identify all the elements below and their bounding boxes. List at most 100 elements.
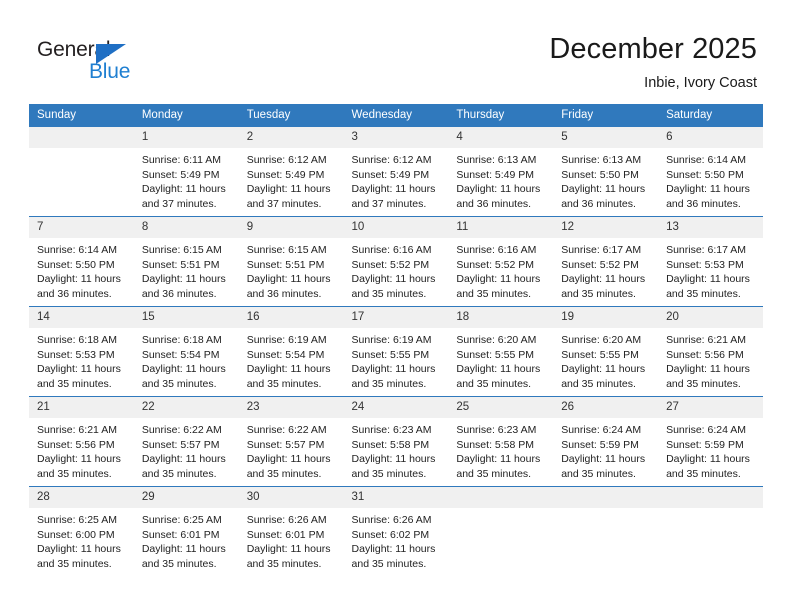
calendar-empty-cell — [658, 487, 763, 576]
calendar-day-cell[interactable]: 29 Sunrise: 6:25 AM Sunset: 6:01 PM Dayligh… — [133, 487, 239, 576]
calendar-day-cell[interactable]: 7 Sunrise: 6:14 AM Sunset: 5:50 PM Daylight… — [29, 217, 134, 306]
day-info-line: Sunset: 5:52 PM — [351, 258, 430, 271]
calendar-day-cell[interactable]: 31 Sunrise: 6:26 AM Sunset: 6:02 PM Dayligh… — [343, 487, 449, 576]
day-number: 3 — [343, 127, 449, 148]
day-info-line: Daylight: 11 hours — [141, 543, 226, 556]
day-sun-info: Sunrise: 6:11 AM Sunset: 5:49 PM Daylight:… — [134, 148, 239, 211]
day-info-line: Daylight: 11 hours — [37, 273, 121, 286]
calendar-day-cell[interactable]: 28 Sunrise: 6:25 AM Sunset: 6:00 PM Dayligh… — [29, 487, 134, 576]
day-info-line: and 35 minutes. — [141, 377, 217, 390]
day-sun-info: Sunrise: 6:20 AM Sunset: 5:55 PM Daylight:… — [553, 328, 658, 391]
calendar-day-cell[interactable]: 25 Sunrise: 6:23 AM Sunset: 5:58 PM Dayligh… — [448, 397, 554, 486]
calendar-day-cell[interactable]: 3 Sunrise: 6:12 AM Sunset: 5:49 PM Daylight… — [343, 127, 449, 216]
calendar-day-cell[interactable]: 20 Sunrise: 6:21 AM Sunset: 5:56 PM Dayligh… — [658, 307, 763, 396]
day-info-line: Sunrise: 6:15 AM — [246, 244, 327, 256]
day-info-line: Daylight: 11 hours — [246, 453, 331, 466]
day-info-line: and 35 minutes. — [561, 377, 636, 390]
calendar-day-cell[interactable]: 8 Sunrise: 6:15 AM Sunset: 5:51 PM Daylight… — [133, 217, 239, 306]
calendar-day-cell[interactable]: 23 Sunrise: 6:22 AM Sunset: 5:57 PM Dayligh… — [238, 397, 344, 486]
day-info-line: Daylight: 11 hours — [246, 183, 331, 196]
day-info-line: Sunset: 6:01 PM — [141, 528, 220, 541]
calendar-day-cell[interactable]: 5 Sunrise: 6:13 AM Sunset: 5:50 PM Daylight… — [553, 127, 659, 216]
calendar-day-cell[interactable]: 10 Sunrise: 6:16 AM Sunset: 5:52 PM Dayligh… — [343, 217, 449, 306]
calendar-day-cell[interactable]: 2 Sunrise: 6:12 AM Sunset: 5:49 PM Daylight… — [238, 127, 344, 216]
calendar-day-cell[interactable]: 19 Sunrise: 6:20 AM Sunset: 5:55 PM Dayligh… — [553, 307, 659, 396]
calendar-day-cell[interactable]: 1 Sunrise: 6:11 AM Sunset: 5:49 PM Daylight… — [133, 127, 239, 216]
day-info-line: Sunset: 5:49 PM — [141, 168, 220, 181]
day-number: 23 — [238, 397, 344, 418]
day-info-line: Sunrise: 6:20 AM — [456, 334, 537, 346]
calendar-day-cell[interactable]: 30 Sunrise: 6:26 AM Sunset: 6:01 PM Dayligh… — [238, 487, 344, 576]
calendar-day-cell[interactable]: 27 Sunrise: 6:24 AM Sunset: 5:59 PM Dayligh… — [658, 397, 763, 486]
day-info-line: Daylight: 11 hours — [456, 453, 541, 466]
day-sun-info: Sunrise: 6:22 AM Sunset: 5:57 PM Daylight:… — [239, 418, 344, 481]
day-info-line: and 35 minutes. — [141, 467, 217, 480]
calendar-day-cell[interactable]: 24 Sunrise: 6:23 AM Sunset: 5:58 PM Dayligh… — [343, 397, 449, 486]
day-info-line: Daylight: 11 hours — [666, 453, 750, 466]
weekday-header-tuesday: Tuesday — [238, 104, 344, 127]
calendar-header-row: Sunday Monday Tuesday Wednesday Thursday Frid… — [29, 104, 763, 127]
calendar-day-cell[interactable]: 9 Sunrise: 6:15 AM Sunset: 5:51 PM Daylight… — [238, 217, 344, 306]
day-info-line: Sunrise: 6:16 AM — [351, 244, 432, 256]
day-number: 4 — [448, 127, 554, 148]
day-sun-info: Sunrise: 6:25 AM Sunset: 6:00 PM Daylight:… — [29, 508, 134, 571]
day-info-line: Daylight: 11 hours — [351, 273, 436, 286]
day-info-line: Sunrise: 6:23 AM — [351, 424, 432, 436]
day-info-line: Sunset: 5:52 PM — [561, 258, 639, 271]
calendar-day-cell[interactable]: 17 Sunrise: 6:19 AM Sunset: 5:55 PM Dayligh… — [343, 307, 449, 396]
day-info-line: Sunrise: 6:22 AM — [141, 424, 222, 436]
day-info-line: Sunset: 5:55 PM — [456, 348, 535, 361]
calendar-day-cell[interactable]: 22 Sunrise: 6:22 AM Sunset: 5:57 PM Dayligh… — [133, 397, 239, 486]
day-info-line: Sunrise: 6:12 AM — [246, 154, 327, 166]
calendar-day-cell[interactable]: 13 Sunrise: 6:17 AM Sunset: 5:53 PM Dayligh… — [658, 217, 763, 306]
calendar-day-cell[interactable]: 12 Sunrise: 6:17 AM Sunset: 5:52 PM Dayligh… — [553, 217, 659, 306]
day-info-line: Sunset: 5:53 PM — [666, 258, 744, 271]
day-info-line: Sunrise: 6:13 AM — [561, 154, 642, 166]
day-info-line: and 36 minutes. — [141, 287, 217, 300]
day-info-line: Sunrise: 6:14 AM — [666, 154, 747, 166]
day-info-line: Sunset: 5:49 PM — [456, 168, 535, 181]
general-blue-logo[interactable]: General Blue — [37, 38, 167, 88]
day-info-line: Sunrise: 6:21 AM — [37, 424, 117, 436]
day-info-line: Daylight: 11 hours — [666, 273, 750, 286]
day-info-line: and 35 minutes. — [666, 377, 741, 390]
day-sun-info: Sunrise: 6:18 AM Sunset: 5:54 PM Daylight:… — [134, 328, 239, 391]
day-sun-info: Sunrise: 6:15 AM Sunset: 5:51 PM Daylight:… — [134, 238, 239, 301]
calendar-day-cell[interactable]: 16 Sunrise: 6:19 AM Sunset: 5:54 PM Dayligh… — [238, 307, 344, 396]
weekday-header-monday: Monday — [133, 104, 239, 127]
day-info-line: Daylight: 11 hours — [561, 363, 646, 376]
day-number: 10 — [343, 217, 449, 238]
day-sun-info: Sunrise: 6:21 AM Sunset: 5:56 PM Daylight:… — [658, 328, 763, 391]
day-sun-info: Sunrise: 6:23 AM Sunset: 5:58 PM Daylight:… — [344, 418, 449, 481]
day-info-line: Sunset: 5:55 PM — [351, 348, 430, 361]
day-sun-info: Sunrise: 6:17 AM Sunset: 5:53 PM Daylight:… — [658, 238, 763, 301]
day-info-line: Daylight: 11 hours — [456, 183, 541, 196]
day-sun-info: Sunrise: 6:21 AM Sunset: 5:56 PM Daylight:… — [29, 418, 134, 481]
day-info-line: Daylight: 11 hours — [37, 543, 121, 556]
day-number: 31 — [343, 487, 449, 508]
calendar-day-cell[interactable]: 6 Sunrise: 6:14 AM Sunset: 5:50 PM Daylight… — [658, 127, 763, 216]
calendar-day-cell[interactable]: 21 Sunrise: 6:21 AM Sunset: 5:56 PM Dayligh… — [29, 397, 134, 486]
day-info-line: Daylight: 11 hours — [561, 273, 646, 286]
calendar-day-cell[interactable]: 26 Sunrise: 6:24 AM Sunset: 5:59 PM Dayligh… — [553, 397, 659, 486]
day-info-line: Daylight: 11 hours — [246, 363, 331, 376]
day-info-line: Daylight: 11 hours — [246, 273, 331, 286]
day-info-line: Sunrise: 6:23 AM — [456, 424, 537, 436]
calendar-day-cell[interactable]: 4 Sunrise: 6:13 AM Sunset: 5:49 PM Daylight… — [448, 127, 554, 216]
day-info-line: Sunrise: 6:14 AM — [37, 244, 117, 256]
day-info-line: Sunrise: 6:24 AM — [666, 424, 747, 436]
day-number: 14 — [29, 307, 134, 328]
calendar-day-cell[interactable]: 14 Sunrise: 6:18 AM Sunset: 5:53 PM Dayligh… — [29, 307, 134, 396]
day-info-line: Sunset: 5:57 PM — [141, 438, 220, 451]
day-info-line: and 35 minutes. — [456, 377, 532, 390]
day-number: 20 — [658, 307, 763, 328]
calendar-day-cell[interactable]: 18 Sunrise: 6:20 AM Sunset: 5:55 PM Dayligh… — [448, 307, 554, 396]
calendar-day-cell[interactable]: 15 Sunrise: 6:18 AM Sunset: 5:54 PM Dayligh… — [133, 307, 239, 396]
day-info-line: Sunrise: 6:19 AM — [246, 334, 327, 346]
calendar-day-cell[interactable]: 11 Sunrise: 6:16 AM Sunset: 5:52 PM Dayligh… — [448, 217, 554, 306]
day-info-line: Daylight: 11 hours — [561, 183, 646, 196]
day-number: 18 — [448, 307, 554, 328]
day-info-line: and 35 minutes. — [456, 287, 532, 300]
day-sun-info: Sunrise: 6:13 AM Sunset: 5:49 PM Daylight:… — [448, 148, 553, 211]
day-number: 30 — [238, 487, 344, 508]
